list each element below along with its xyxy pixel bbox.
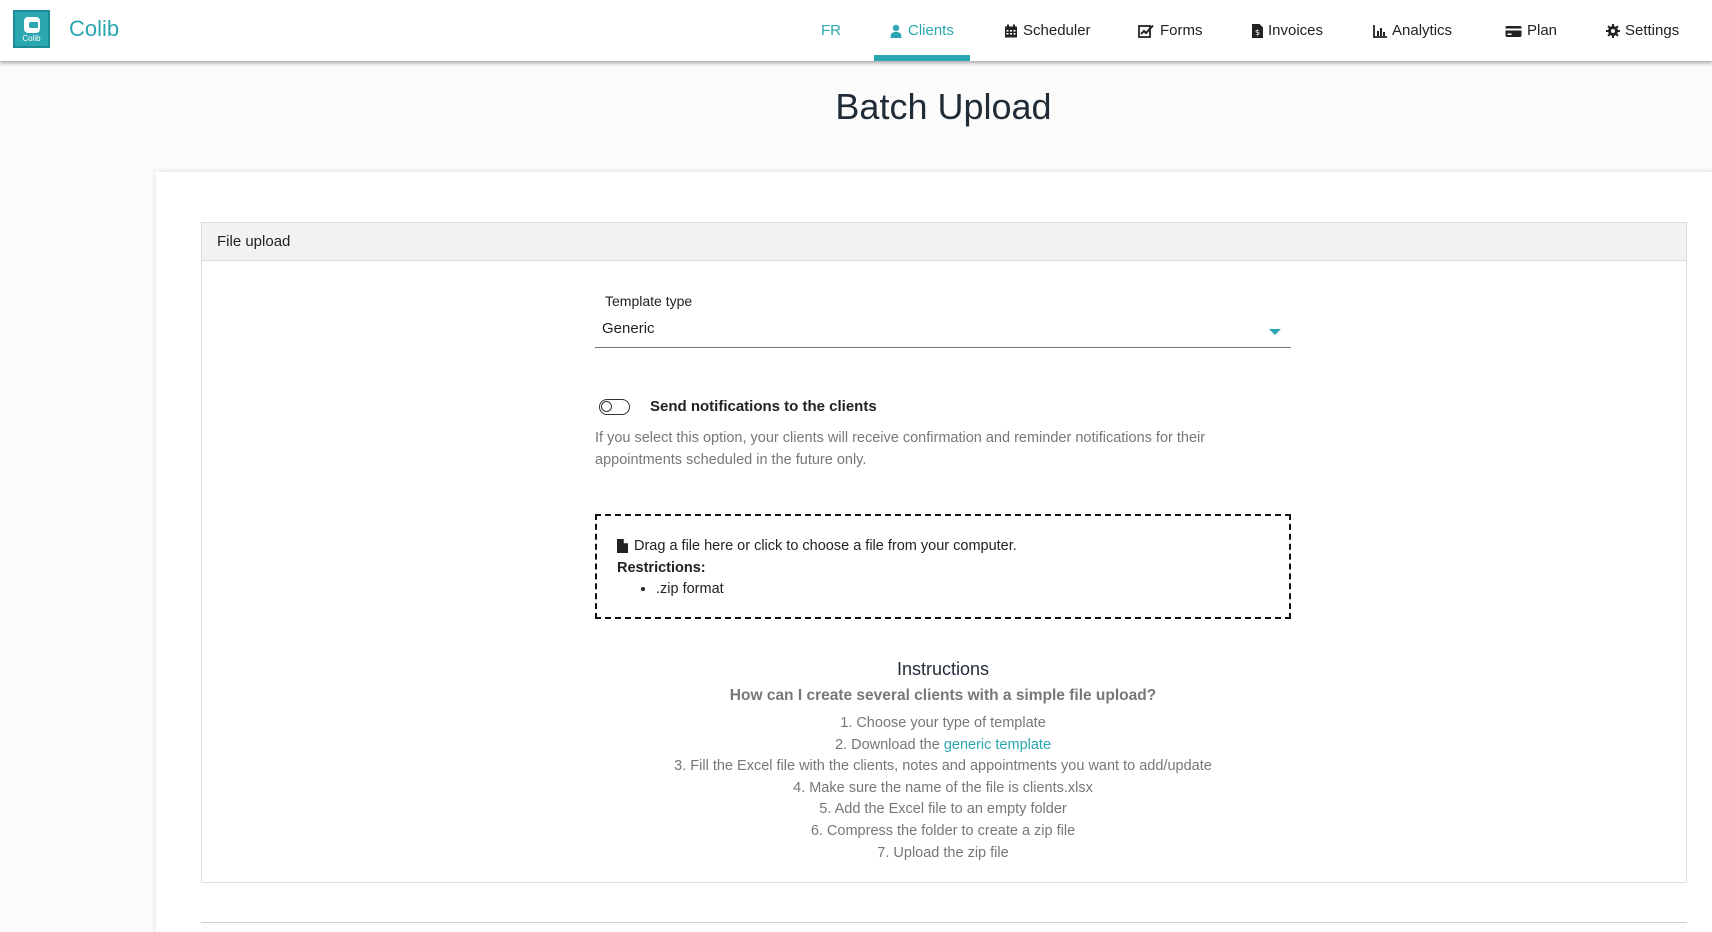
- panel-header: File upload: [202, 223, 1686, 261]
- active-tab-indicator: [874, 55, 970, 61]
- notifications-toggle[interactable]: [599, 399, 630, 415]
- instruction-step: 4. Make sure the name of the file is cli…: [793, 779, 1093, 796]
- instruction-step: 1. Choose your type of template: [840, 715, 1046, 731]
- nav-item-label: Invoices: [1268, 22, 1324, 39]
- template-type-select[interactable]: Generic: [595, 316, 1291, 348]
- instruction-step: 3. Fill the Excel file with the clients,…: [674, 758, 1212, 775]
- template-type-label: Template type: [605, 293, 693, 309]
- nav-item-label: Settings: [1625, 22, 1680, 39]
- top-navbar: Colib Colib FR Clients Scheduler Forms $…: [0, 0, 1712, 61]
- restrictions-list: .zip format: [617, 579, 1289, 599]
- credit-card-icon: [1505, 25, 1522, 37]
- nav-item-settings[interactable]: Settings: [1606, 0, 1679, 61]
- divider: [201, 922, 1687, 923]
- invoice-icon: $: [1252, 23, 1263, 38]
- nav-item-scheduler[interactable]: Scheduler: [1004, 0, 1091, 61]
- file-dropzone[interactable]: Drag a file here or click to choose a fi…: [595, 514, 1291, 619]
- instruction-step: 5. Add the Excel file to an empty folder: [819, 801, 1067, 818]
- chevron-down-icon: [1269, 329, 1281, 335]
- dropzone-text: Drag a file here or click to choose a fi…: [634, 538, 1017, 554]
- signature-icon: [1138, 24, 1154, 38]
- calendar-icon: [1005, 24, 1017, 37]
- notifications-description: If you select this option, your clients …: [595, 430, 1206, 468]
- file-icon: [617, 539, 628, 553]
- nav-item-invoices[interactable]: $ Invoices: [1252, 0, 1323, 61]
- nav-item-clients[interactable]: Clients: [889, 0, 954, 61]
- restriction-item: .zip format: [656, 579, 1289, 599]
- chart-icon: [1373, 24, 1387, 38]
- nav-item-plan[interactable]: Plan: [1505, 0, 1557, 61]
- instructions-question: How can I create several clients with a …: [729, 687, 1157, 704]
- nav-item-label: Plan: [1527, 22, 1558, 39]
- gear-icon: [1606, 23, 1620, 38]
- toggle-knob: [601, 401, 612, 412]
- instruction-step: 7. Upload the zip file: [877, 844, 1009, 861]
- instructions-section: Instructions How can I create several cl…: [595, 657, 1291, 864]
- nav-item-label: Analytics: [1392, 22, 1453, 39]
- instruction-step: 6. Compress the folder to create a zip f…: [810, 822, 1076, 839]
- restrictions-label: Restrictions:: [617, 560, 706, 576]
- template-type-value: Generic: [602, 320, 655, 337]
- instructions-title: Instructions: [896, 659, 990, 679]
- nav-item-label: Scheduler: [1023, 22, 1091, 39]
- instruction-step-text: 2. Download the: [834, 736, 944, 753]
- nav-item-label: Clients: [908, 22, 954, 39]
- nav-item-analytics[interactable]: Analytics: [1373, 0, 1452, 61]
- language-toggle-fr[interactable]: FR: [821, 0, 841, 61]
- notifications-label: Send notifications to the clients: [650, 398, 877, 415]
- user-icon: [890, 24, 902, 38]
- nav-menu: FR Clients Scheduler Forms $ Invoices An…: [0, 0, 1712, 61]
- nav-item-forms[interactable]: Forms: [1138, 0, 1203, 61]
- instruction-step: 2. Download the generic template: [595, 735, 1291, 757]
- page-title: Batch Upload: [835, 86, 1052, 127]
- nav-item-label: Forms: [1160, 22, 1203, 39]
- svg-text:$: $: [1255, 28, 1260, 37]
- generic-template-link[interactable]: generic template: [944, 737, 1051, 753]
